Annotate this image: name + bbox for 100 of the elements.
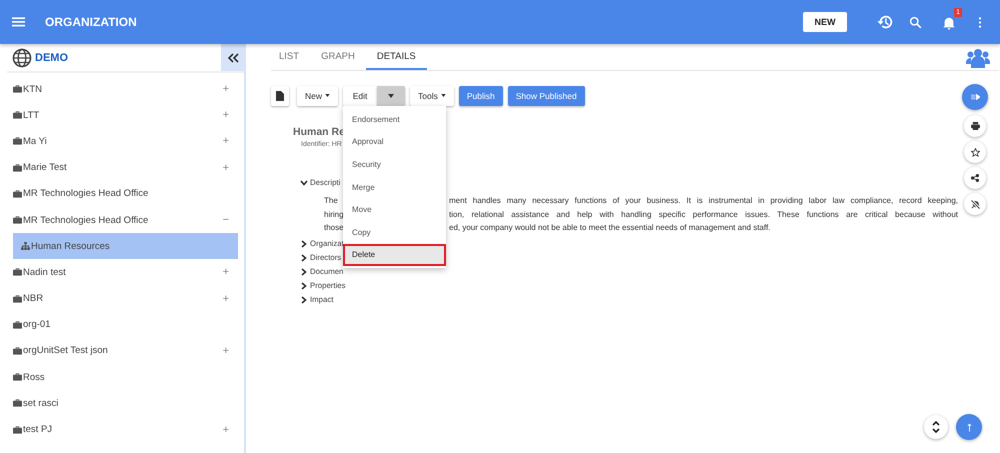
description-text: The xyxy=(324,196,338,205)
scroll-top-button[interactable] xyxy=(956,414,982,440)
tree-item[interactable]: test PJ + xyxy=(7,416,244,443)
expand-toggle[interactable]: + xyxy=(222,135,229,148)
expand-toggle[interactable]: + xyxy=(222,266,229,278)
description-text: hiring xyxy=(324,210,344,218)
briefcase-icon xyxy=(13,164,22,172)
briefcase-icon xyxy=(13,373,22,382)
item-label: MR Technologies Head Office xyxy=(23,188,150,200)
tree-item[interactable]: set rasci xyxy=(7,390,244,416)
share-button[interactable] xyxy=(964,167,986,189)
expand-button[interactable] xyxy=(962,84,988,110)
star-icon xyxy=(970,148,980,156)
briefcase-icon xyxy=(13,320,22,329)
expand-toggle[interactable]: + xyxy=(222,424,229,436)
description-text: tion, relational assistance and help with handling specific performance issues. These functions are critical because without xyxy=(449,208,958,221)
briefcase-icon xyxy=(13,190,22,198)
tree-item[interactable]: org-01 xyxy=(7,312,244,338)
action-button[interactable]: Show Published xyxy=(508,86,585,106)
item-label: Ma Yi xyxy=(23,136,48,147)
briefcase-icon xyxy=(13,85,22,94)
printer-icon xyxy=(970,122,980,130)
dropdown-toggle[interactable] xyxy=(377,86,406,106)
unpin-button[interactable] xyxy=(964,193,986,215)
action-button[interactable]: Publish xyxy=(458,86,503,106)
description-text: those xyxy=(324,223,344,232)
item-label: KTN xyxy=(23,84,43,95)
briefcase-icon xyxy=(13,346,22,355)
edit-button[interactable]: Edit xyxy=(343,86,378,106)
page-title: ORGANIZATION xyxy=(45,15,137,29)
organization-name: DEMO xyxy=(35,52,68,64)
item-label: set rasci xyxy=(23,398,60,409)
tree-item[interactable]: KTN + xyxy=(7,76,244,102)
briefcase-icon xyxy=(13,216,22,224)
expand-toggle[interactable]: + xyxy=(222,83,229,96)
star-button[interactable] xyxy=(964,141,986,163)
tree-item[interactable]: Ross xyxy=(7,364,244,390)
chevron-icon xyxy=(300,180,308,186)
up-down-chevron-icon xyxy=(932,421,940,433)
briefcase-icon xyxy=(13,294,22,303)
item-label: Ross xyxy=(23,372,46,383)
expand-toggle[interactable]: + xyxy=(222,292,229,305)
tree-item[interactable]: NBR + xyxy=(7,286,244,312)
briefcase-icon xyxy=(13,426,22,434)
caret-icon xyxy=(440,94,446,97)
tree-item[interactable]: Nadin test + xyxy=(7,259,244,286)
caret-icon xyxy=(325,94,330,97)
share-icon xyxy=(971,174,979,182)
item-label: LTT xyxy=(23,110,40,121)
caret-icon xyxy=(388,94,394,98)
briefcase-icon xyxy=(13,268,22,276)
list-arrow-icon xyxy=(970,94,980,100)
tree-item[interactable]: Ma Yi + xyxy=(7,128,244,155)
menu-item[interactable]: Move xyxy=(343,198,446,221)
tree-item[interactable]: Marie Test + xyxy=(7,154,244,181)
bell-icon[interactable] xyxy=(942,14,956,30)
collapse-button[interactable] xyxy=(221,44,244,71)
tab[interactable]: DETAILS xyxy=(366,44,427,70)
tree-item[interactable]: MR Technologies Head Office − xyxy=(7,206,244,234)
expand-toggle[interactable]: + xyxy=(222,344,229,357)
new-button[interactable]: NEW xyxy=(803,12,847,32)
item-label: Nadin test xyxy=(23,266,67,278)
document-icon xyxy=(276,90,284,100)
item-label: orgUnitSet Test json xyxy=(23,345,109,356)
tab[interactable]: LIST xyxy=(274,44,310,70)
briefcase-icon xyxy=(13,111,22,120)
tree-item[interactable]: MR Technologies Head Office xyxy=(7,180,244,207)
document-button[interactable] xyxy=(271,86,289,106)
menu-item[interactable]: Copy xyxy=(343,220,446,244)
item-label: NBR xyxy=(23,293,44,304)
expand-toggle[interactable]: − xyxy=(222,214,229,226)
tab[interactable]: GRAPH xyxy=(310,44,366,70)
hierarchy-icon xyxy=(21,242,30,250)
item-label: test PJ xyxy=(23,424,54,436)
print-button[interactable] xyxy=(964,115,986,137)
menu-item[interactable]: Approval xyxy=(343,130,446,154)
item-label: Marie Test xyxy=(23,162,68,174)
menu-item[interactable]: Merge xyxy=(343,176,446,198)
tree-item[interactable]: orgUnitSet Test json + xyxy=(7,338,244,364)
briefcase-icon xyxy=(13,399,22,408)
more-icon[interactable] xyxy=(978,16,982,28)
item-label: Human Resources xyxy=(31,240,111,252)
expand-toggle[interactable]: + xyxy=(222,109,229,122)
scroll-toggle-button[interactable] xyxy=(924,415,948,439)
people-icon[interactable] xyxy=(966,48,990,68)
dropdown-button[interactable]: Tools xyxy=(410,86,454,106)
history-icon[interactable] xyxy=(876,13,894,31)
menu-item[interactable]: Delete xyxy=(343,244,446,266)
tree-item[interactable]: LTT + xyxy=(7,102,244,128)
search-icon[interactable] xyxy=(909,16,922,28)
dropdown-button[interactable]: New xyxy=(297,86,338,106)
double-chevron-icon xyxy=(226,52,238,62)
menu-item[interactable]: Endorsement xyxy=(343,108,446,131)
description-text: ed, your company would not be able to meet the essential needs of management and staff. xyxy=(449,222,772,234)
unpin-icon xyxy=(970,200,980,208)
menu-icon[interactable] xyxy=(12,17,25,27)
menu-item[interactable]: Security xyxy=(343,153,446,176)
expand-toggle[interactable]: + xyxy=(222,162,229,174)
tree-item[interactable]: Human Resources xyxy=(13,233,238,260)
globe-icon xyxy=(12,48,32,68)
